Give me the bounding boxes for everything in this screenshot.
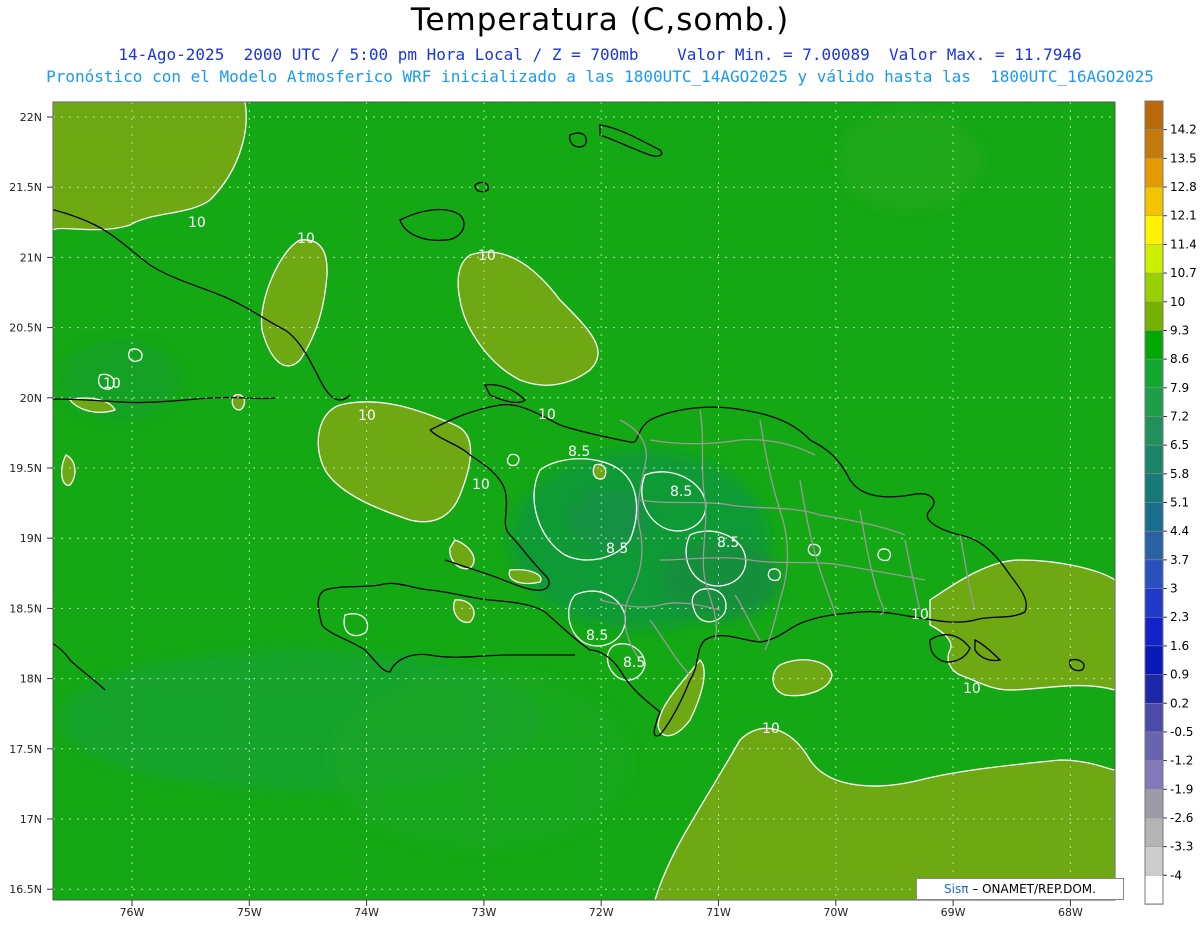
colorbar-label: -1.2 <box>1170 754 1193 768</box>
colorbar-label: 14.2 <box>1170 123 1197 137</box>
colorbar-label: 8.6 <box>1170 352 1189 366</box>
colorbar-label: 7.2 <box>1170 409 1189 423</box>
contour-label: 8.5 <box>606 541 628 557</box>
contour-label: 10 <box>538 407 556 423</box>
colorbar-swatch <box>1144 616 1164 647</box>
contour-label: 10 <box>103 376 121 392</box>
colorbar-swatch <box>1144 789 1164 819</box>
colorbar-label: 9.3 <box>1170 323 1189 337</box>
colorbar-label: 3 <box>1170 582 1178 596</box>
lat-tick-label: 18N <box>20 673 42 686</box>
lat-tick-label: 19N <box>20 532 42 545</box>
colorbar-swatch <box>1144 272 1164 303</box>
lon-tick-label: 71W <box>706 906 731 919</box>
contour-label: 8.5 <box>586 628 608 644</box>
contour-label: 10 <box>188 215 206 231</box>
lat-tick-label: 17.5N <box>9 743 42 756</box>
lat-tick-label: 21.5N <box>9 181 42 194</box>
lat-tick-label: 16.5N <box>9 883 42 896</box>
colorbar-label: -2.6 <box>1170 811 1193 825</box>
colorbar-swatch <box>1144 387 1164 418</box>
contour-label: 10 <box>297 231 315 247</box>
colorbar-swatch <box>1144 817 1164 848</box>
lat-tick-label: 22N <box>20 111 42 124</box>
lon-tick-label: 68W <box>1058 906 1083 919</box>
contour-label: 10 <box>472 477 490 493</box>
contour-label: 10 <box>762 721 780 737</box>
colorbar-label: 7.9 <box>1170 381 1189 395</box>
colorbar-swatch <box>1144 215 1164 246</box>
colorbar-label: 12.8 <box>1170 180 1197 194</box>
colorbar-label: 2.3 <box>1170 610 1189 624</box>
contour-label: 10 <box>478 248 496 264</box>
credit-box: Sisπ – ONAMET/REP.DOM. <box>916 878 1124 900</box>
colorbar-swatch <box>1144 875 1164 905</box>
colorbar-label: 5.8 <box>1170 467 1189 481</box>
colorbar-swatch <box>1144 645 1164 676</box>
colorbar-swatch <box>1144 731 1164 762</box>
contour-label: 10 <box>911 607 929 623</box>
colorbar-swatch <box>1144 158 1164 188</box>
colorbar-label: -1.9 <box>1170 782 1193 796</box>
contour-label: 8.5 <box>670 484 692 500</box>
colorbar-swatch <box>1144 846 1164 877</box>
lon-tick-label: 69W <box>941 906 966 919</box>
colorbar-label: 3.7 <box>1170 553 1189 567</box>
colorbar-swatch <box>1144 588 1164 618</box>
lat-tick-label: 18.5N <box>9 602 42 615</box>
colorbar-swatch <box>1144 330 1164 360</box>
colorbar-label: 4.4 <box>1170 524 1189 538</box>
colorbar-swatch <box>1144 703 1164 733</box>
colorbar-label: -4 <box>1170 868 1182 882</box>
colorbar-swatch <box>1144 674 1164 704</box>
contour-label: 8.5 <box>623 655 645 671</box>
temperature-field: 10 10 10 10 10 10 10 10 10 10 8.5 8.5 8.… <box>53 102 1115 900</box>
colorbar-swatch <box>1144 473 1164 504</box>
contour-label: 8.5 <box>717 535 739 551</box>
colorbar-label: 10.7 <box>1170 266 1197 280</box>
lat-tick-label: 17N <box>20 813 42 826</box>
lon-tick-label: 75W <box>237 906 262 919</box>
colorbar-swatch <box>1144 760 1164 791</box>
colorbar-swatch <box>1144 416 1164 446</box>
lat-tick-label: 19.5N <box>9 462 42 475</box>
colorbar-swatch <box>1144 444 1164 475</box>
colorbar: 14.2 13.5 12.8 12.1 11.4 10.7 10 9.3 8.6 7.9 7.2 6.… <box>1144 100 1197 905</box>
colorbar-label: 13.5 <box>1170 151 1197 165</box>
colorbar-swatch <box>1144 244 1164 274</box>
colorbar-label: -3.3 <box>1170 840 1193 854</box>
forecast-map: 10 10 10 10 10 10 10 10 10 10 8.5 8.5 8.… <box>9 100 1197 919</box>
colorbar-label: -0.5 <box>1170 725 1193 739</box>
lat-tick-label: 20N <box>20 392 42 405</box>
lat-tick-label: 20.5N <box>9 322 42 335</box>
colorbar-swatch <box>1144 559 1164 590</box>
lon-tick-label: 70W <box>823 906 848 919</box>
credit-sis: Sisπ <box>944 882 969 896</box>
lon-tick-label: 74W <box>354 906 379 919</box>
lon-tick-label: 72W <box>589 906 614 919</box>
colorbar-swatch <box>1144 186 1164 217</box>
colorbar-label: 1.6 <box>1170 639 1189 653</box>
lon-tick-label: 73W <box>471 906 496 919</box>
lat-tick-label: 21N <box>20 251 42 264</box>
colorbar-swatch <box>1144 358 1164 389</box>
colorbar-label: 0.2 <box>1170 696 1189 710</box>
latitude-axis: 22N 21.5N 21N 20.5N 20N 19.5N 19N 18.5N 18N 17.5N… <box>9 111 53 896</box>
colorbar-label: 11.4 <box>1170 237 1197 251</box>
colorbar-swatch <box>1144 530 1164 561</box>
contour-label: 10 <box>963 681 981 697</box>
colorbar-swatch <box>1144 301 1164 332</box>
colorbar-swatch <box>1144 129 1164 160</box>
colorbar-label: 0.9 <box>1170 668 1189 682</box>
colorbar-label: 6.5 <box>1170 438 1189 452</box>
lon-tick-label: 76W <box>120 906 145 919</box>
colorbar-label: 10 <box>1170 295 1185 309</box>
colorbar-label: 5.1 <box>1170 496 1189 510</box>
colorbar-swatch <box>1144 502 1164 532</box>
colorbar-label: 12.1 <box>1170 209 1197 223</box>
colorbar-swatch <box>1144 100 1164 131</box>
contour-label: 8.5 <box>568 444 590 460</box>
credit-agency: – ONAMET/REP.DOM. <box>968 882 1096 896</box>
longitude-axis: 76W 75W 74W 73W 72W 71W 70W 69W 68W <box>120 900 1083 919</box>
